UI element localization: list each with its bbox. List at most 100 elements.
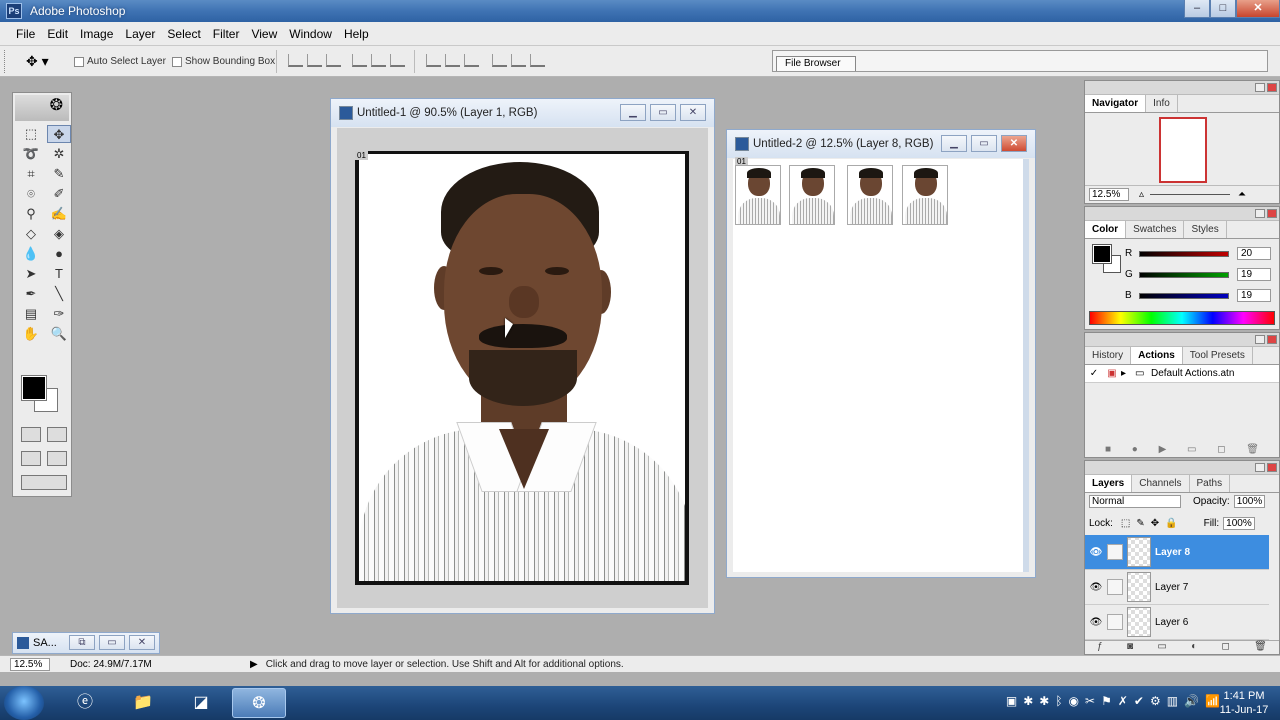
tab-tool-presets[interactable]: Tool Presets (1183, 347, 1253, 364)
stop-icon[interactable]: ■ (1105, 444, 1111, 455)
tab-color[interactable]: Color (1085, 221, 1127, 238)
channel-slider[interactable] (1139, 271, 1229, 278)
pen-tool-icon[interactable]: ✒ (19, 285, 43, 303)
feather-logo-icon[interactable]: ❂ (15, 95, 69, 121)
tab-navigator[interactable]: Navigator (1085, 95, 1147, 112)
minidoc-restore-button[interactable]: ⧉ (69, 635, 95, 650)
lock-position-icon[interactable]: ✥ (1151, 518, 1159, 529)
new-layer-icon[interactable]: ◻ (1222, 641, 1230, 654)
menu-help[interactable]: Help (338, 27, 375, 41)
distribute-hcenter-icon[interactable] (511, 54, 526, 67)
zoom-in-icon[interactable]: ⏶ (1238, 189, 1246, 200)
paint-bucket-tool-icon[interactable]: ◈ (47, 225, 71, 243)
action-set-row[interactable]: ✓ ▣ ▸ ▭ Default Actions.atn (1085, 365, 1279, 383)
layer-row[interactable]: 👁 Layer 7 (1085, 570, 1269, 605)
record-icon[interactable]: ● (1132, 444, 1138, 455)
layer-link-icon[interactable] (1107, 544, 1123, 560)
eye-visibility-icon[interactable]: 👁 (1085, 547, 1107, 558)
doc1-close-button[interactable]: ✕ (680, 104, 706, 121)
navigator-view-box[interactable] (1159, 117, 1207, 183)
photo-thumbnail[interactable] (735, 165, 781, 225)
tray-icon[interactable]: ✱ (1023, 694, 1033, 708)
minimized-document[interactable]: SA... ⧉ ▭ ✕ (12, 632, 160, 654)
foreground-color-swatch[interactable] (21, 375, 47, 401)
minidoc-close-button[interactable]: ✕ (129, 635, 155, 650)
color-fg-swatch[interactable] (1092, 244, 1112, 264)
eye-visibility-icon[interactable]: 👁 (1085, 617, 1107, 628)
channel-value-input[interactable]: 19 (1237, 268, 1271, 281)
minidoc-maximize-button[interactable]: ▭ (99, 635, 125, 650)
layer-row[interactable]: 👁 Layer 6 (1085, 605, 1269, 640)
show-bounding-box-checkbox[interactable]: Show Bounding Box (172, 56, 275, 67)
tray-icon[interactable]: ⚑ (1101, 694, 1112, 708)
quick-mask-mode-icon[interactable] (47, 427, 67, 442)
distribute-bottom-icon[interactable] (464, 54, 479, 67)
tab-layers[interactable]: Layers (1085, 475, 1133, 492)
photo-thumbnail[interactable] (902, 165, 948, 225)
magic-wand-tool-icon[interactable]: ✲ (47, 145, 71, 163)
tray-icon[interactable]: ✂ (1085, 694, 1095, 708)
layer-link-icon[interactable] (1107, 579, 1123, 595)
menu-image[interactable]: Image (74, 27, 119, 41)
document-window-2[interactable]: Untitled-2 @ 12.5% (Layer 8, RGB) ▁ ▭ ✕ … (726, 129, 1036, 578)
eyedropper-tool-icon[interactable]: ✑ (47, 305, 71, 323)
play-icon[interactable]: ▶ (1159, 444, 1167, 455)
screen-mode-standard-icon[interactable] (21, 451, 41, 466)
menu-select[interactable]: Select (161, 27, 206, 41)
layer-mask-icon[interactable]: ◙ (1127, 641, 1133, 654)
file-explorer-icon[interactable]: 📁 (116, 688, 170, 718)
document-window-1[interactable]: Untitled-1 @ 90.5% (Layer 1, RGB) ▁ ▭ ✕ … (330, 98, 715, 614)
tab-channels[interactable]: Channels (1132, 475, 1190, 492)
distribute-vcenter-icon[interactable] (445, 54, 460, 67)
tab-styles[interactable]: Styles (1184, 221, 1227, 238)
color-spectrum-bar[interactable] (1089, 311, 1275, 325)
jump-to-imageready-icon[interactable] (21, 475, 67, 490)
screen-mode-full-menu-icon[interactable] (47, 451, 67, 466)
layer-link-icon[interactable] (1107, 614, 1123, 630)
opacity-input[interactable]: 100% (1233, 495, 1266, 508)
new-set-icon[interactable]: ▭ (1187, 444, 1196, 455)
distribute-right-icon[interactable] (530, 54, 545, 67)
tray-icon[interactable]: ▣ (1006, 694, 1017, 708)
tray-icon[interactable]: ⚙ (1150, 694, 1161, 708)
zoom-out-icon[interactable]: ▵ (1139, 189, 1144, 200)
align-vcenter-icon[interactable] (307, 54, 322, 67)
new-group-icon[interactable]: ▭ (1157, 641, 1166, 654)
distribute-left-icon[interactable] (492, 54, 507, 67)
align-bottom-icon[interactable] (326, 54, 341, 67)
adjustment-layer-icon[interactable]: ◐ (1191, 641, 1197, 654)
crop-tool-icon[interactable]: ⌗ (19, 165, 43, 183)
channel-value-input[interactable]: 19 (1237, 289, 1271, 302)
zoom-tool-icon[interactable]: 🔍 (47, 325, 71, 343)
healing-brush-tool-icon[interactable]: ⌾ (19, 185, 43, 203)
bluetooth-icon[interactable]: ᛒ (1055, 694, 1062, 708)
channel-slider[interactable] (1139, 292, 1229, 299)
document-1-titlebar[interactable]: Untitled-1 @ 90.5% (Layer 1, RGB) ▁ ▭ ✕ (331, 99, 714, 127)
brush-tool-icon[interactable]: ✐ (47, 185, 71, 203)
zoom-slider[interactable] (1150, 194, 1231, 195)
doc1-maximize-button[interactable]: ▭ (650, 104, 676, 121)
doc2-maximize-button[interactable]: ▭ (971, 135, 997, 152)
align-left-icon[interactable] (352, 54, 367, 67)
align-hcenter-icon[interactable] (371, 54, 386, 67)
tab-paths[interactable]: Paths (1190, 475, 1231, 492)
action-check-icon[interactable]: ✓ (1085, 368, 1103, 379)
start-button[interactable] (4, 686, 44, 720)
doc2-minimize-button[interactable]: ▁ (941, 135, 967, 152)
volume-icon[interactable]: 🔊 (1184, 694, 1199, 708)
channel-slider[interactable] (1139, 250, 1229, 257)
doc1-minimize-button[interactable]: ▁ (620, 104, 646, 121)
menu-layer[interactable]: Layer (119, 27, 161, 41)
lock-image-icon[interactable]: ✎ (1136, 518, 1144, 529)
tab-swatches[interactable]: Swatches (1126, 221, 1185, 238)
status-zoom[interactable]: 12.5% (10, 657, 50, 671)
align-top-icon[interactable] (288, 54, 303, 67)
action-dialog-icon[interactable]: ▣ (1103, 368, 1121, 379)
network-icon[interactable]: ▥ (1167, 694, 1178, 708)
lock-transparent-icon[interactable]: ⬚ (1121, 518, 1130, 529)
expand-arrow-icon[interactable]: ▸ (1121, 368, 1135, 379)
eraser-tool-icon[interactable]: ◇ (19, 225, 43, 243)
photoshop-taskbar-icon[interactable]: ❂ (232, 688, 286, 718)
channel-value-input[interactable]: 20 (1237, 247, 1271, 260)
standard-mode-icon[interactable] (21, 427, 41, 442)
